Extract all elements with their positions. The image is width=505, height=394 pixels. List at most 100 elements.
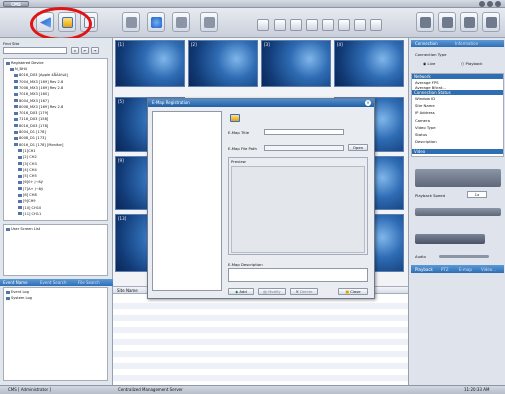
tree-device-item[interactable]: 8004_MX3 [167]	[14, 99, 49, 104]
dvr-icon	[14, 143, 18, 147]
layout-6-button[interactable]	[290, 19, 302, 31]
playback-radio[interactable]: ○ Playback	[461, 61, 482, 66]
tree-channel-item[interactable]: [3] CH3	[18, 162, 37, 167]
dvr-icon	[14, 73, 18, 77]
emap-title-input[interactable]	[264, 129, 344, 135]
tree-channel-item[interactable]: [2] CH2	[18, 155, 37, 160]
tab-video[interactable]: Video...	[481, 267, 496, 272]
layout-16-button[interactable]	[354, 19, 366, 31]
close-button[interactable]: ■ Close	[338, 288, 368, 295]
video-channel-1[interactable]: [1]	[115, 40, 185, 87]
playback-speed-label: Playback Speed	[415, 193, 446, 198]
tab-file-search[interactable]: File Search	[78, 280, 100, 285]
dvr-icon	[14, 80, 18, 84]
ptz-control[interactable]	[415, 169, 501, 187]
tree-device-item[interactable]: 7116_DX3 [158]	[14, 117, 48, 122]
preview-label: Preview	[231, 159, 246, 164]
delete-button[interactable]: ✖ Delete	[290, 288, 318, 295]
tab-connection[interactable]: Connection	[415, 41, 438, 46]
tree-device-item[interactable]: 8016_D1 [178] [Monitor]	[14, 143, 63, 148]
live-radio[interactable]: ◉ Live	[423, 61, 435, 66]
exit-button[interactable]	[482, 12, 500, 32]
monitor-button[interactable]	[147, 12, 165, 32]
section-network: Network	[412, 74, 503, 79]
tree-root[interactable]: Registered Device	[6, 61, 44, 66]
prev-button[interactable]: ←	[81, 47, 89, 54]
minimize-icon[interactable]	[479, 1, 485, 7]
zoom-button[interactable]	[460, 12, 478, 32]
right-panel: Connection Information Connection Type ◉…	[408, 38, 505, 385]
tree-channel-item[interactable]: [11] CH11	[18, 212, 41, 217]
camera-icon	[18, 180, 22, 184]
layout-10-button[interactable]	[322, 19, 334, 31]
camera-icon	[18, 155, 22, 159]
maximize-icon[interactable]	[487, 1, 493, 7]
tree-channel-item[interactable]: [6]0+ j¬ßÿ	[18, 180, 43, 185]
speed-select[interactable]: 1x	[467, 191, 487, 198]
tab-playback[interactable]: Playback	[415, 267, 433, 272]
setup-button[interactable]	[200, 12, 218, 32]
tab-ptz[interactable]: PTZ	[441, 267, 449, 272]
col-site-name[interactable]: Site Name	[117, 288, 138, 293]
status-row: Status	[415, 132, 428, 137]
layout-9-button[interactable]	[306, 19, 318, 31]
tree-device-item[interactable]: 7016_DX3 [179]	[14, 111, 48, 116]
event-log-item[interactable]: Event Log	[6, 290, 29, 295]
tree-device-item[interactable]: 8016_DX3 [Apple 4ÅÄð¼ö]	[14, 73, 68, 78]
find-site-input[interactable]	[3, 47, 67, 54]
emap-description-input[interactable]	[228, 268, 368, 282]
section-video: Video	[412, 149, 503, 154]
tree-channel-item[interactable]: [5] CH5	[18, 174, 37, 179]
tree-device-item[interactable]: 8004_D1 [178]	[14, 130, 46, 135]
emap-path-input[interactable]	[264, 145, 344, 151]
playback-controls[interactable]	[415, 234, 485, 244]
search-button[interactable]	[172, 12, 190, 32]
close-icon[interactable]	[495, 1, 501, 7]
tree-channel-item[interactable]: [8] CH8	[18, 193, 37, 198]
add-button[interactable]: ◆ Add	[228, 288, 254, 295]
tree-device-item[interactable]: 7016_MX3 [160]	[14, 92, 49, 97]
tree-device-item[interactable]: 8008_D1 [173]	[14, 136, 46, 141]
tree-device-item[interactable]: N_BH4	[10, 67, 27, 72]
next-button[interactable]: →	[91, 47, 99, 54]
layout-25-button[interactable]	[370, 19, 382, 31]
tree-device-item[interactable]: 7008_MX3 [169] Rev 2.8	[14, 86, 63, 91]
video-channel-3[interactable]: [3]	[261, 40, 331, 87]
tree-channel-item[interactable]: [9]CH9	[18, 199, 36, 204]
tree-device-item[interactable]: 8008_MX3 [169] Rev 2.8	[14, 105, 63, 110]
tab-information[interactable]: Information	[455, 41, 478, 46]
playback-slider[interactable]	[415, 208, 501, 216]
tab-emap[interactable]: E-map	[459, 267, 472, 272]
tree-channel-item[interactable]: [7]A+ j¬ßÿ	[18, 187, 43, 192]
video-channel-4[interactable]: [4]	[334, 40, 404, 87]
tree-device-item[interactable]: 8016_DX3 [178]	[14, 124, 48, 129]
tree-device-item[interactable]: 7004_MX3 [169] Rev 2.8	[14, 80, 63, 85]
layout-1-button[interactable]	[257, 19, 269, 31]
layout-4-button[interactable]	[274, 19, 286, 31]
camera-icon	[18, 174, 22, 178]
device-tree: Registered Device N_BH4 8016_DX3 [Apple 4…	[3, 58, 108, 221]
tree-channel-item[interactable]: [10] CH10	[18, 206, 41, 211]
layout-button[interactable]	[122, 12, 140, 32]
audio-slider[interactable]	[439, 255, 489, 258]
user-screen-item[interactable]: User Screen List	[6, 227, 40, 232]
modify-button[interactable]: ▤ Modify	[258, 288, 286, 295]
tab-event-name[interactable]: Event Name	[3, 280, 28, 285]
camera-icon	[18, 162, 22, 165]
status-user: CMS [ Administrator ]	[8, 387, 51, 392]
tree-channel-item[interactable]: [1]CH1	[18, 149, 36, 154]
fullscreen-button[interactable]	[416, 12, 434, 32]
emap-list[interactable]	[152, 111, 222, 291]
system-log-item[interactable]: System Log	[6, 296, 32, 301]
dvr-icon	[14, 130, 18, 134]
dialog-close-icon[interactable]: ✕	[365, 100, 371, 106]
tab-event-search[interactable]: Event Search	[40, 280, 66, 285]
emap-icon	[230, 114, 240, 122]
save-button[interactable]	[438, 12, 456, 32]
layout-13-button[interactable]	[338, 19, 350, 31]
open-button[interactable]: Open	[348, 144, 368, 151]
video-channel-2[interactable]: [2]	[188, 40, 258, 87]
search-site-button[interactable]: ⌕	[71, 47, 79, 54]
tree-channel-item[interactable]: [4] CH4	[18, 168, 37, 173]
dvr-icon	[10, 67, 14, 71]
